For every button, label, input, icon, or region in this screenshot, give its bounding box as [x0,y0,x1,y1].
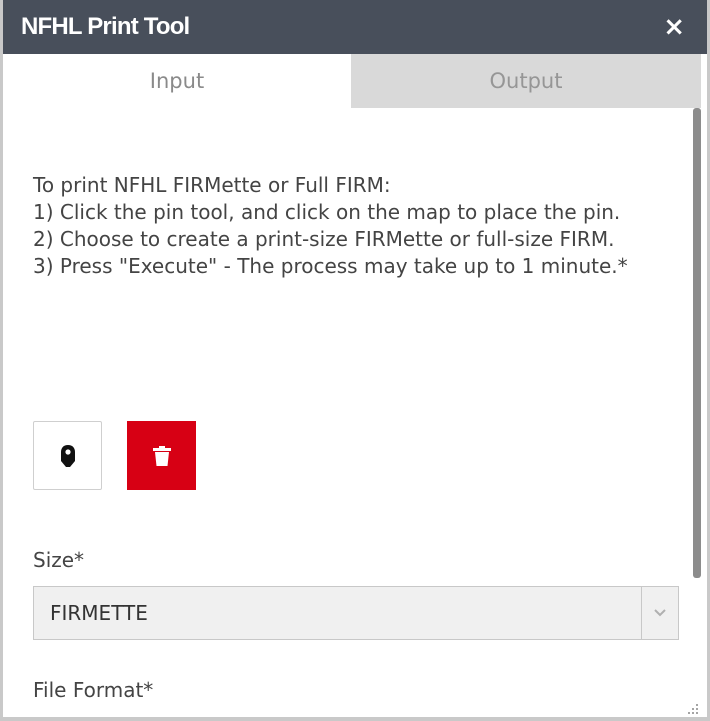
size-select-value: FIRMETTE [50,601,148,625]
map-pin-icon [60,444,75,467]
print-tool-panel: NFHL Print Tool × Input Output To print … [0,0,710,721]
tab-input[interactable]: Input [3,54,351,108]
instruction-line: 3) Press "Execute" - The process may tak… [33,254,628,278]
tool-buttons [33,421,196,490]
instruction-line: 2) Choose to create a print-size FIRMett… [33,227,615,251]
panel-title: NFHL Print Tool [21,13,190,40]
instruction-line: To print NFHL FIRMette or Full FIRM: [33,173,391,197]
resize-grip-icon[interactable] [687,703,699,715]
tab-output[interactable]: Output [351,54,701,108]
trash-icon [152,445,171,466]
tab-bar: Input Output [3,54,701,108]
panel-header: NFHL Print Tool × [3,0,707,54]
instructions-block: To print NFHL FIRMette or Full FIRM: 1) … [33,172,657,280]
scrollbar[interactable] [693,108,701,578]
close-icon[interactable]: × [663,14,685,40]
delete-pin-button[interactable] [127,421,196,490]
instruction-line: 1) Click the pin tool, and click on the … [33,200,621,224]
pin-tool-button[interactable] [33,421,102,490]
panel-bottom-border [3,717,707,721]
size-select[interactable]: FIRMETTE [33,586,679,640]
file-format-label: File Format* [33,678,154,702]
instructions-text: To print NFHL FIRMette or Full FIRM: 1) … [33,172,657,280]
size-label: Size* [33,548,85,572]
chevron-down-icon[interactable] [641,587,678,639]
